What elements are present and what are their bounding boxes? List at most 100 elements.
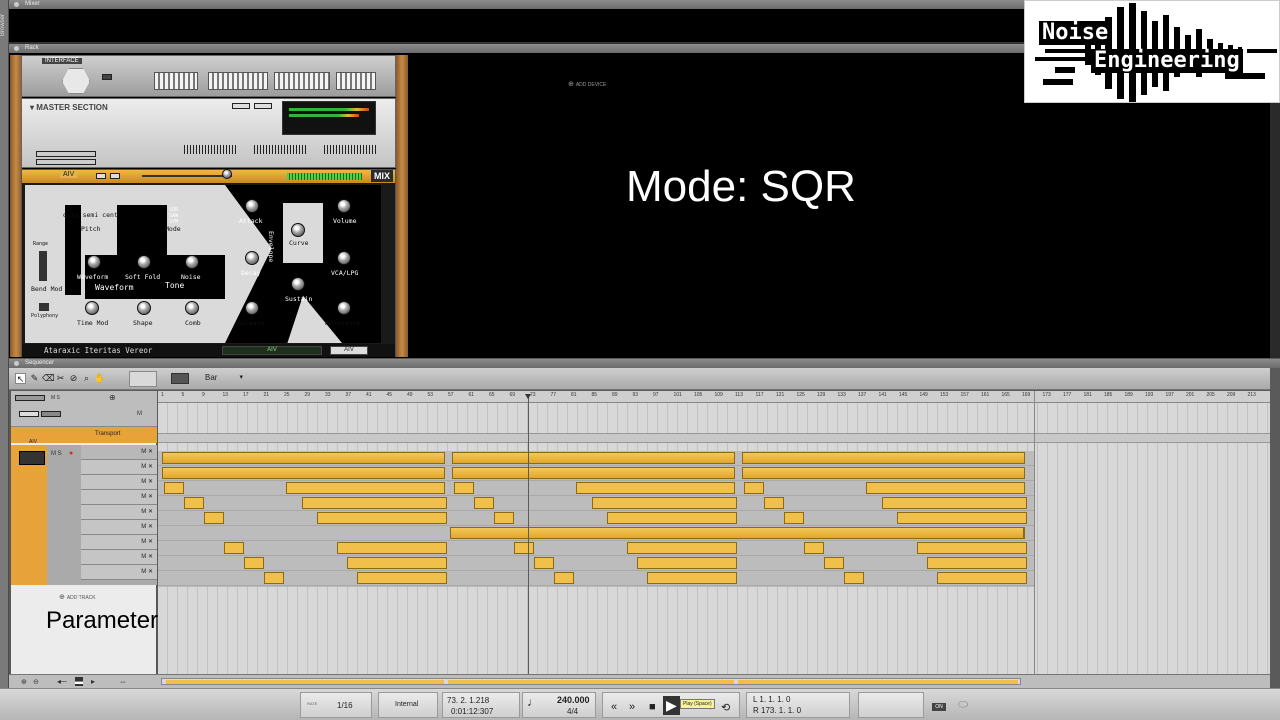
automation-clip[interactable] [592,497,737,509]
aiv-track-mute-solo[interactable]: M S [51,451,62,457]
quantize-button[interactable] [129,371,157,387]
master-option-2[interactable] [36,159,96,165]
tempo-value[interactable]: 240.000 [557,695,590,705]
master-mute-button[interactable]: M [137,411,142,417]
metronome-icon[interactable]: ♩ [527,695,539,709]
browser-strip[interactable]: Browser [0,0,9,720]
lane-mute-button[interactable]: M ✕ [141,448,153,455]
automation-clip[interactable] [302,497,447,509]
automation-lane-row[interactable]: M ✕ [81,520,157,535]
loop-icon[interactable]: ⟲ [721,701,730,714]
mute-tool-icon[interactable]: ⊘ [68,373,79,384]
snap-toggle-button[interactable] [171,373,189,384]
automation-clip[interactable] [742,452,1025,464]
automation-clip[interactable] [244,557,264,569]
automation-clip[interactable] [452,452,735,464]
automation-clip[interactable] [784,512,804,524]
comb-knob[interactable] [185,301,199,315]
automation-clip[interactable] [224,542,244,554]
master-button-1[interactable] [232,103,250,109]
magnify-tool-icon[interactable]: ⌕ [81,373,92,384]
aiv-level-slider[interactable] [142,175,232,177]
lane-mute-button[interactable]: M ✕ [141,523,153,530]
automation-lane-row[interactable]: M ✕ [81,460,157,475]
sync-box[interactable]: Internal [378,692,438,718]
automation-clip[interactable] [494,512,514,524]
aiv-track-name[interactable]: AIV [29,439,37,445]
automation-clip[interactable] [576,482,735,494]
sequencer-toggle-icon[interactable] [14,361,19,366]
automation-clip[interactable] [897,512,1027,524]
waveform-knob[interactable] [87,255,101,269]
sync-mode-value[interactable]: Internal [395,701,418,708]
signature-value[interactable]: 4/4 [567,707,578,716]
aiv-solo-button[interactable] [110,173,120,179]
automation-clip[interactable] [474,497,494,509]
master-track-selector[interactable] [15,395,45,401]
add-device-button[interactable]: ADD DEVICE [568,80,607,88]
automation-clip[interactable] [742,467,1025,479]
loop-locators-box[interactable]: L 1. 1. 1. 0 R 173. 1. 1. 0 [746,692,850,718]
aiv-patch-select[interactable]: AIV [330,346,368,355]
quantize-value[interactable]: 1/16 [337,701,353,710]
automation-clip[interactable] [347,557,447,569]
automation-clip[interactable] [264,572,284,584]
quantize-box[interactable]: 1/16 RATE [300,692,372,718]
aiv-device[interactable]: AIV MIX octv semi cent Pitch SQR SAW SYM M… [21,169,396,357]
automation-clip[interactable] [607,512,737,524]
record-enable-icon[interactable]: ● [69,450,73,457]
master-section-device[interactable]: MASTER SECTION [21,98,396,168]
automation-clip[interactable] [337,542,447,554]
automation-clip[interactable] [454,482,474,494]
song-position-marker[interactable] [525,394,531,674]
eraser-tool-icon[interactable]: ⌫ [42,373,55,384]
hardware-interface-device[interactable]: INTERFACE [21,55,396,97]
lane-mute-button[interactable]: M ✕ [141,553,153,560]
automation-clip[interactable] [452,467,735,479]
automation-clip[interactable] [844,572,864,584]
automation-clip[interactable] [162,452,445,464]
link-icon[interactable]: ⬭ [958,697,968,712]
automation-clip[interactable] [866,482,1025,494]
automation-clip[interactable] [637,557,737,569]
sequencer-header[interactable]: Sequencer [9,359,1280,368]
volume-knob[interactable] [337,199,351,213]
lane-mute-button[interactable]: M ✕ [141,463,153,470]
hand-tool-icon[interactable]: ✋ [94,373,105,384]
bar-ruler[interactable]: 1 5 9 13 17 21 25 29 33 37 41 45 49 53 57 61 65 69 73 77 81 8… [158,391,1270,403]
automation-clip[interactable] [317,512,447,524]
rack-toggle-icon[interactable] [14,46,19,51]
interface-button[interactable] [102,74,112,80]
forward-arrow-icon[interactable]: ▸ [91,677,95,686]
add-icon[interactable]: ⊕ [109,393,116,402]
click-on-button[interactable]: ON [932,703,946,711]
play-icon[interactable]: ▶ [663,696,680,715]
loop-end-marker[interactable] [1034,391,1035,674]
automation-clip[interactable] [164,482,184,494]
automation-clip[interactable] [534,557,554,569]
song-button[interactable] [41,411,61,417]
automation-lane-row[interactable]: M ✕ [81,550,157,565]
pencil-tool-icon[interactable]: ✎ [29,373,40,384]
master-button-2[interactable] [254,103,272,109]
lane-header-row[interactable]: M ✕ [81,445,157,460]
lane-mute-button[interactable]: M ✕ [141,478,153,485]
automation-clip[interactable] [647,572,737,584]
right-locator-value[interactable]: R 173. 1. 1. 0 [753,706,801,715]
rewind-icon[interactable]: « [611,701,617,713]
automation-clip[interactable] [937,572,1027,584]
shape-knob[interactable] [137,301,151,315]
lane-mute-button[interactable]: M ✕ [141,493,153,500]
bend-mod-slider[interactable] [39,251,47,281]
left-locator-value[interactable]: L 1. 1. 1. 0 [753,695,791,704]
automation-clip[interactable] [357,572,447,584]
automation-clip[interactable] [286,482,445,494]
sequencer-timeline[interactable]: 1 5 9 13 17 21 25 29 33 37 41 45 49 53 57 61 65 69 73 77 81 8… [158,391,1270,674]
attack-knob[interactable] [245,199,259,213]
add-track-button[interactable]: ADD TRACK [59,593,96,601]
aiv-track[interactable]: AIV M S ● M ✕ M ✕ M ✕ M ✕ M ✕ M ✕ M ✕ M … [11,439,157,585]
zoom-in-icon[interactable]: ⊕ [21,678,27,686]
razor-tool-icon[interactable]: ✂ [55,373,66,384]
resonance-knob[interactable] [337,301,351,315]
automation-clip[interactable] [450,527,1024,539]
